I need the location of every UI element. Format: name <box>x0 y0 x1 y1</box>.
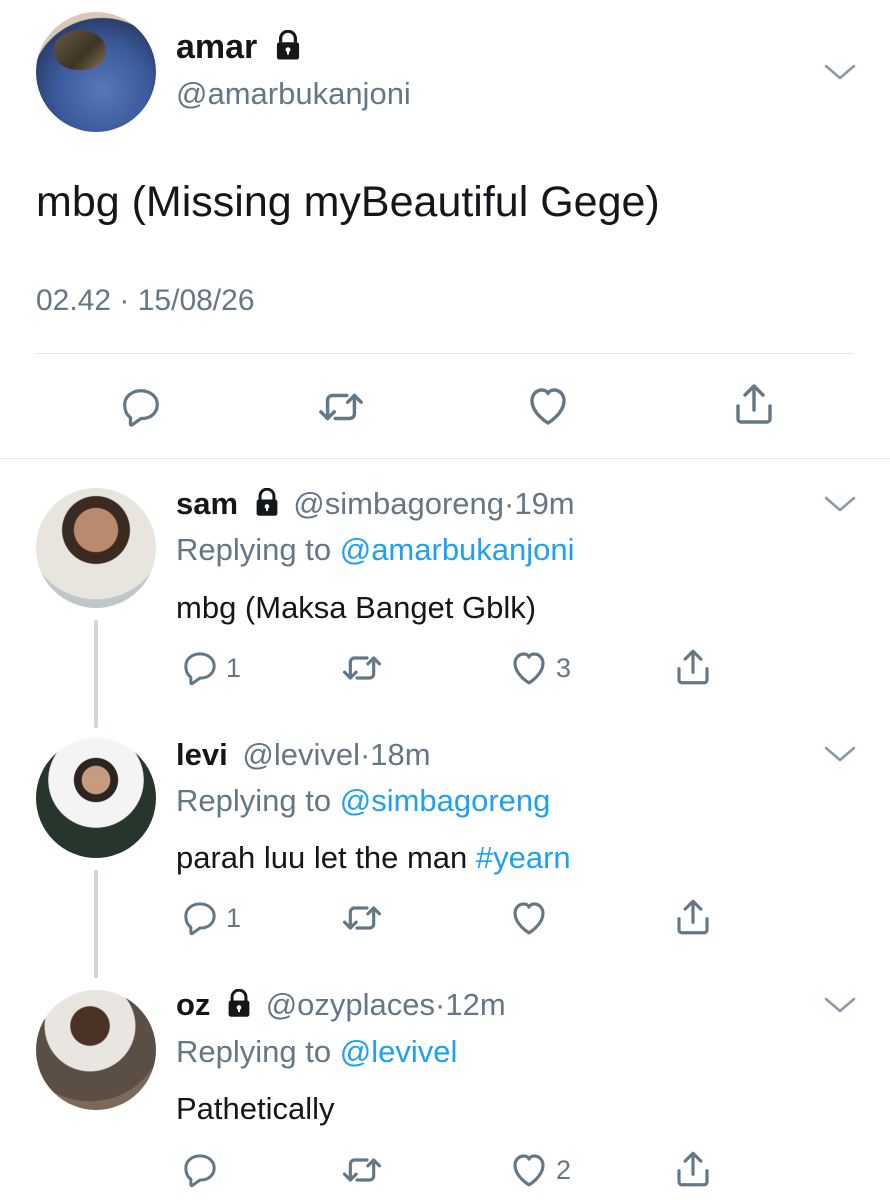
separator-dot: · <box>359 737 371 772</box>
reply-author-name[interactable]: sam <box>176 486 238 521</box>
cat-in-basket-image <box>54 30 106 70</box>
replying-to-label: Replying to <box>176 783 340 818</box>
like-button[interactable]: 2 <box>508 1149 571 1191</box>
replying-to-mention[interactable]: @amarbukanjoni <box>340 532 575 567</box>
reply-text: Pathetically <box>176 1091 335 1126</box>
like-icon <box>530 388 566 425</box>
retweet-button[interactable] <box>340 898 390 938</box>
lock-icon <box>276 30 299 60</box>
retweet-button[interactable] <box>316 384 366 430</box>
reply-icon <box>184 902 216 936</box>
separator-dot: · <box>504 486 515 521</box>
replying-to-line: Replying to @levivel <box>176 1034 457 1070</box>
replying-to-label: Replying to <box>176 532 340 567</box>
replying-to-line: Replying to @amarbukanjoni <box>176 532 575 568</box>
like-icon <box>513 902 545 935</box>
like-count: 2 <box>556 1154 572 1185</box>
hashtag-link[interactable]: #yearn <box>476 840 571 875</box>
divider <box>36 353 854 354</box>
share-icon <box>677 899 709 935</box>
author-handle[interactable]: @amarbukanjoni <box>176 76 411 112</box>
reply-count: 1 <box>226 652 242 683</box>
replying-to-label: Replying to <box>176 1034 340 1069</box>
like-button[interactable] <box>508 897 556 939</box>
share-button[interactable] <box>672 896 714 938</box>
replying-to-line: Replying to @simbagoreng <box>176 783 550 819</box>
like-icon <box>513 1154 545 1187</box>
chevron-down-icon[interactable] <box>822 742 858 766</box>
reply-author-handle[interactable]: @ozyplaces <box>266 987 435 1022</box>
reply-button[interactable]: 1 <box>180 898 241 938</box>
retweet-icon <box>342 656 382 680</box>
thread-connector <box>94 870 98 978</box>
reply-header: sam @simbagoreng·19m <box>176 486 575 522</box>
reply-author-handle[interactable]: @simbagoreng <box>293 486 504 521</box>
tweet-text: mbg (Missing myBeautiful Gege) <box>36 178 660 226</box>
reply-icon <box>184 652 216 686</box>
retweet-icon <box>319 393 363 421</box>
chevron-down-icon[interactable] <box>822 60 858 84</box>
reply-author-handle[interactable]: @levivel <box>242 737 360 772</box>
reply-text-row: parah luu let the man #yearn <box>176 840 571 876</box>
chevron-down-icon[interactable] <box>822 993 858 1017</box>
reply-author-name[interactable]: levi <box>176 737 228 772</box>
like-button[interactable]: 3 <box>508 647 571 689</box>
reply-button[interactable] <box>180 1150 226 1190</box>
reply-count: 1 <box>226 902 242 933</box>
reply-text: parah luu let the man <box>176 840 476 875</box>
lock-icon <box>256 487 278 516</box>
retweet-icon <box>342 1158 382 1182</box>
reply-author-name[interactable]: oz <box>176 987 210 1022</box>
share-icon <box>677 649 709 685</box>
share-button[interactable] <box>730 380 778 428</box>
retweet-button[interactable] <box>340 1150 390 1190</box>
reply-button[interactable]: 1 <box>180 648 241 688</box>
share-icon <box>677 1151 709 1187</box>
like-count: 3 <box>556 652 572 683</box>
reply-avatar[interactable] <box>36 738 156 858</box>
reply-avatar[interactable] <box>36 488 156 608</box>
like-button[interactable] <box>524 382 572 430</box>
reply-time[interactable]: 12m <box>445 987 505 1022</box>
reply-icon <box>123 389 159 427</box>
tweet-timestamp[interactable]: 02.42 · 15/08/26 <box>36 284 255 318</box>
reply-header: levi @levivel·18m <box>176 737 431 773</box>
author-avatar[interactable] <box>36 12 156 132</box>
retweet-button[interactable] <box>340 648 390 688</box>
author-name[interactable]: amar <box>176 28 257 66</box>
reply-icon <box>184 1154 216 1188</box>
like-icon <box>513 652 545 685</box>
chevron-down-icon[interactable] <box>822 492 858 516</box>
replying-to-mention[interactable]: @simbagoreng <box>340 783 551 818</box>
reply-avatar[interactable] <box>36 990 156 1110</box>
replying-to-mention[interactable]: @levivel <box>340 1034 458 1069</box>
author-name-row[interactable]: amar <box>176 28 303 67</box>
reply-button[interactable] <box>118 384 164 430</box>
share-icon <box>736 384 772 424</box>
share-button[interactable] <box>672 646 714 688</box>
reply-text: mbg (Maksa Banget Gblk) <box>176 590 537 625</box>
separator-dot: · <box>435 987 446 1022</box>
reply-header: oz @ozyplaces·12m <box>176 987 506 1023</box>
divider <box>0 458 890 459</box>
thread-connector <box>94 620 98 728</box>
share-button[interactable] <box>672 1148 714 1190</box>
reply-time[interactable]: 18m <box>370 737 430 772</box>
lock-icon <box>228 988 250 1017</box>
reply-time[interactable]: 19m <box>514 486 574 521</box>
retweet-icon <box>342 906 382 930</box>
